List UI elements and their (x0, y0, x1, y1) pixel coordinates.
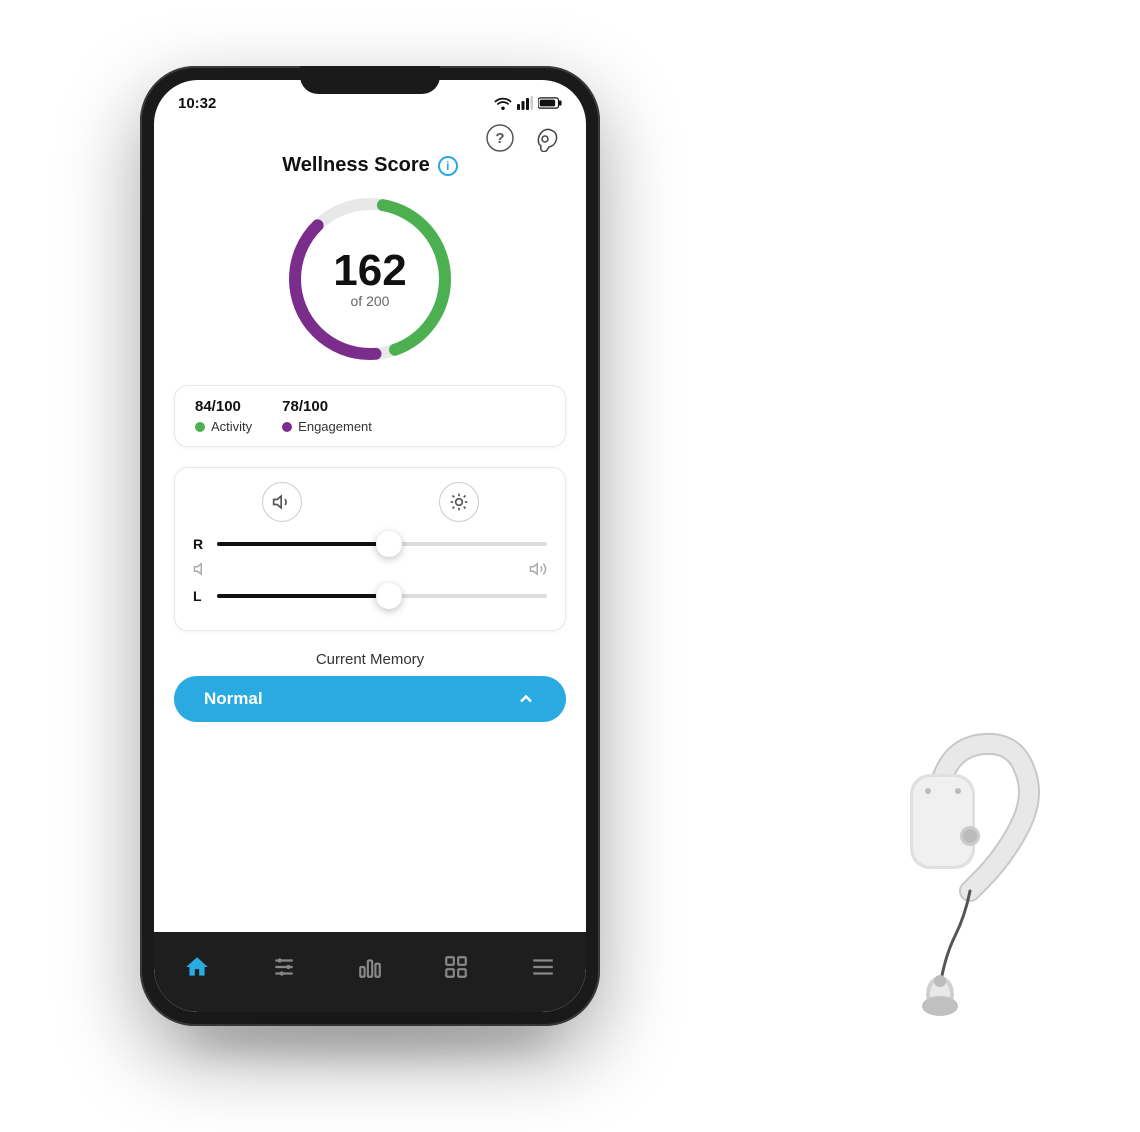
vol-low-icon (193, 560, 211, 578)
wellness-score: 162 (333, 249, 406, 293)
donut-chart: 162 of 200 (280, 189, 460, 369)
l-slider-thumb[interactable] (376, 583, 402, 609)
hearing-aid (840, 726, 1060, 1026)
top-actions: ? (154, 116, 586, 154)
wellness-title-row: Wellness Score i (174, 154, 566, 177)
activity-score: 84/100 (195, 398, 252, 415)
info-icon[interactable]: i (438, 156, 458, 176)
memory-label: Current Memory (174, 651, 566, 668)
nav-programs[interactable] (443, 954, 469, 980)
phone-screen: 10:32 (154, 80, 586, 1012)
chevron-up-icon (516, 689, 536, 709)
engagement-label: Engagement (282, 419, 372, 434)
help-icon[interactable]: ? (484, 122, 516, 154)
bottom-nav (154, 932, 586, 1012)
donut-center: 162 of 200 (333, 249, 406, 309)
phone-shell: 10:32 (140, 66, 600, 1026)
engagement-score: 78/100 (282, 398, 372, 415)
nav-stats[interactable] (357, 954, 383, 980)
activity-legend: 84/100 Activity (195, 398, 252, 434)
wellness-score-of: of 200 (333, 293, 406, 309)
r-slider-row: R (193, 536, 547, 552)
wifi-icon (494, 96, 512, 110)
memory-section: Current Memory Normal (174, 651, 566, 722)
wellness-title-text: Wellness Score (282, 154, 429, 177)
controls-top-icons (193, 482, 547, 522)
screen-content: Wellness Score i (154, 154, 586, 722)
nav-home[interactable] (184, 954, 210, 980)
donut-container: 162 of 200 (174, 189, 566, 369)
nav-controls[interactable] (271, 954, 297, 980)
vol-high-icon (529, 560, 547, 578)
controls-card: R (174, 467, 566, 631)
phone-notch (300, 66, 440, 94)
status-time: 10:32 (178, 95, 216, 112)
nav-menu[interactable] (530, 954, 556, 980)
signal-icon (517, 96, 533, 110)
l-slider-row: L (193, 588, 547, 604)
brightness-button[interactable] (439, 482, 479, 522)
l-slider-label: L (193, 588, 207, 604)
l-slider-fill (217, 594, 389, 598)
volume-icons-row (193, 560, 547, 578)
hearing-device-icon[interactable] (530, 122, 562, 154)
r-slider-fill (217, 542, 389, 546)
volume-button[interactable] (262, 482, 302, 522)
engagement-dot (282, 422, 292, 432)
r-slider-track[interactable] (217, 542, 547, 546)
l-slider-track[interactable] (217, 594, 547, 598)
r-slider-label: R (193, 536, 207, 552)
status-icons (494, 96, 562, 110)
svg-text:?: ? (495, 130, 504, 147)
r-slider-thumb[interactable] (376, 531, 402, 557)
activity-label: Activity (195, 419, 252, 434)
battery-icon (538, 96, 562, 110)
memory-button[interactable]: Normal (174, 676, 566, 722)
activity-dot (195, 422, 205, 432)
scene: 10:32 (20, 26, 1120, 1106)
memory-button-text: Normal (204, 689, 263, 709)
hearing-aid-svg (840, 726, 1060, 1026)
legend-card: 84/100 Activity 78/100 Engagement (174, 385, 566, 447)
engagement-legend: 78/100 Engagement (282, 398, 372, 434)
